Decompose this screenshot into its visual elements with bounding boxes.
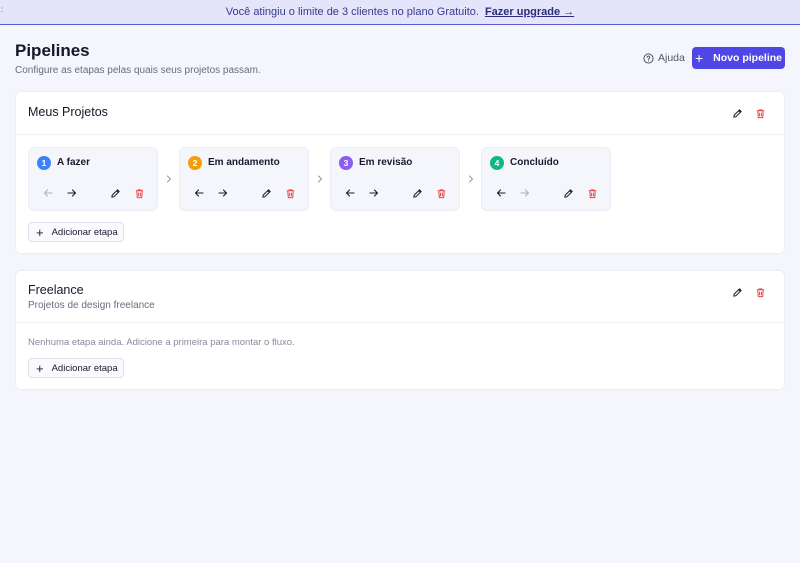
edit-stage-button[interactable] — [259, 186, 273, 200]
stage-card-em-revisao: 3 Em revisão — [330, 147, 460, 211]
delete-stage-button[interactable] — [585, 186, 599, 200]
delete-pipeline-button[interactable] — [753, 285, 767, 299]
pencil-icon — [732, 108, 742, 118]
move-right-button[interactable] — [216, 186, 230, 200]
edit-stage-button[interactable] — [561, 186, 575, 200]
chevron-right-icon — [468, 175, 474, 183]
pencil-icon — [110, 188, 120, 198]
add-stage-button[interactable]: + Adicionar etapa — [28, 358, 124, 378]
delete-stage-button[interactable] — [434, 186, 448, 200]
question-circle-icon — [643, 52, 654, 64]
upgrade-link[interactable]: Fazer upgrade → — [485, 6, 574, 18]
add-stage-label: Adicionar etapa — [51, 226, 118, 238]
trash-icon — [286, 188, 294, 198]
empty-stages-message: Nenhuma etapa ainda. Adicione a primeira… — [28, 337, 295, 348]
move-left-button[interactable] — [192, 186, 206, 200]
stage-name: Em andamento — [208, 157, 280, 168]
page-title: Pipelines — [15, 41, 90, 60]
stage-number-badge: 2 — [188, 156, 202, 170]
trash-icon — [588, 188, 596, 198]
stage-card-concluido: 4 Concluído — [481, 147, 611, 211]
stage-name: Concluído — [510, 157, 559, 168]
delete-pipeline-button[interactable] — [753, 106, 767, 120]
stage-name: Em revisão — [359, 157, 413, 168]
card-divider — [16, 134, 784, 135]
edit-pipeline-button[interactable] — [730, 285, 744, 299]
arrow-left-icon — [496, 189, 506, 197]
new-pipeline-label: Novo pipeline — [713, 52, 783, 64]
trash-icon — [756, 108, 764, 118]
move-left-button[interactable] — [343, 186, 357, 200]
page-subtitle: Configure as etapas pelas quais seus pro… — [15, 65, 261, 76]
new-pipeline-button[interactable]: + Novo pipeline — [692, 47, 785, 69]
add-stage-button[interactable]: + Adicionar etapa — [28, 222, 124, 242]
chevron-right-icon — [166, 175, 172, 183]
pencil-icon — [412, 188, 422, 198]
arrow-right-icon — [218, 189, 228, 197]
arrow-right-icon — [369, 189, 379, 197]
stage-card-a-fazer: 1 A fazer — [28, 147, 158, 211]
stage-number-badge: 3 — [339, 156, 353, 170]
trash-icon — [437, 188, 445, 198]
stage-card-em-andamento: 2 Em andamento — [179, 147, 309, 211]
pipeline-name: Freelance — [28, 283, 84, 297]
move-right-button[interactable] — [65, 186, 79, 200]
arrow-right-icon — [520, 189, 530, 197]
edit-pipeline-button[interactable] — [730, 106, 744, 120]
trash-icon — [756, 287, 764, 297]
stage-number-badge: 1 — [37, 156, 51, 170]
pencil-icon — [261, 188, 271, 198]
banner-text: Você atingiu o limite de 3 clientes no p… — [225, 6, 479, 18]
plus-icon: + — [36, 360, 44, 376]
card-divider — [16, 322, 784, 323]
arrow-left-icon — [43, 189, 53, 197]
banner-dot: : — [1, 5, 4, 14]
move-right-button[interactable] — [518, 186, 532, 200]
pipeline-card-freelance: Freelance Projetos de design freelance N… — [15, 270, 785, 390]
pipeline-description: Projetos de design freelance — [28, 300, 155, 311]
pencil-icon — [732, 287, 742, 297]
chevron-right-icon — [317, 175, 323, 183]
move-left-button[interactable] — [494, 186, 508, 200]
help-label: Ajuda — [658, 52, 685, 64]
plus-icon: + — [36, 224, 44, 240]
help-button[interactable]: Ajuda — [643, 51, 685, 65]
delete-stage-button[interactable] — [132, 186, 146, 200]
pipeline-card-meus-projetos: Meus Projetos 1 A fazer 2 Em andamento 3… — [15, 91, 785, 254]
move-left-button[interactable] — [41, 186, 55, 200]
pencil-icon — [563, 188, 573, 198]
stage-name: A fazer — [57, 157, 90, 168]
move-right-button[interactable] — [367, 186, 381, 200]
pipeline-name: Meus Projetos — [28, 105, 108, 119]
add-stage-label: Adicionar etapa — [51, 362, 118, 374]
delete-stage-button[interactable] — [283, 186, 297, 200]
arrow-right-icon — [67, 189, 77, 197]
arrow-left-icon — [194, 189, 204, 197]
stage-number-badge: 4 — [490, 156, 504, 170]
arrow-left-icon — [345, 189, 355, 197]
edit-stage-button[interactable] — [410, 186, 424, 200]
upgrade-banner: : Você atingiu o limite de 3 clientes no… — [0, 0, 800, 25]
plus-icon: + — [694, 50, 704, 66]
edit-stage-button[interactable] — [108, 186, 122, 200]
trash-icon — [135, 188, 143, 198]
